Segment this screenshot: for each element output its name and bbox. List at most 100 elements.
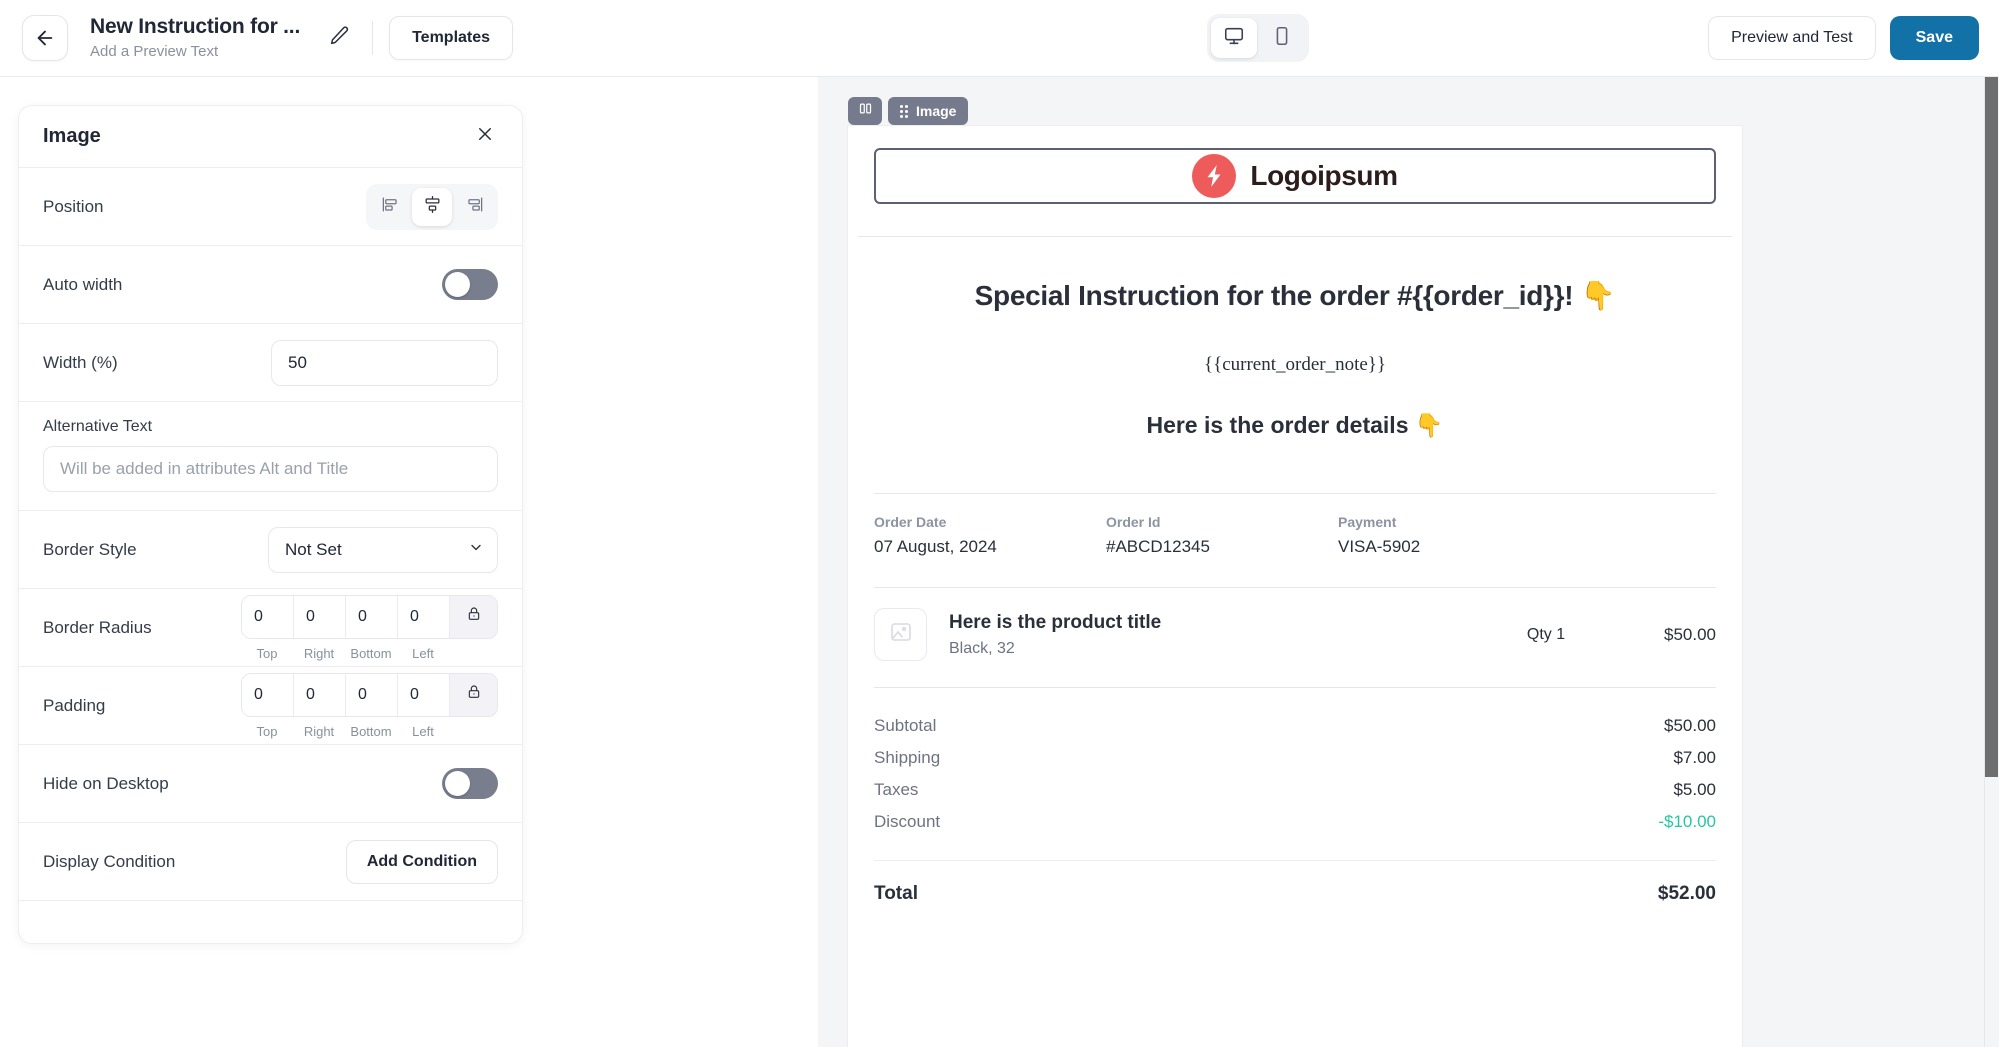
header-actions: Preview and Test Save bbox=[1708, 16, 1979, 60]
align-right-option[interactable] bbox=[454, 188, 494, 226]
totals-row: Taxes $5.00 bbox=[874, 774, 1716, 806]
taxes-label: Taxes bbox=[874, 780, 919, 799]
border-radius-left-input[interactable]: 0 bbox=[398, 595, 450, 638]
device-desktop-option[interactable] bbox=[1211, 18, 1257, 58]
order-date-value: 07 August, 2024 bbox=[874, 537, 997, 556]
page-title: New Instruction for ... Add a Preview Te… bbox=[90, 14, 300, 62]
order-date-label: Order Date bbox=[874, 514, 947, 530]
caption-top: Top bbox=[256, 645, 278, 661]
edit-title-button[interactable] bbox=[322, 21, 356, 55]
grand-total-row: Total $52.00 bbox=[848, 861, 1742, 905]
lock-icon bbox=[466, 684, 482, 705]
border-style-label: Border Style bbox=[43, 539, 137, 559]
email-sheet: Logoipsum Special Instruction for the or… bbox=[848, 126, 1742, 1047]
templates-button[interactable]: Templates bbox=[389, 16, 514, 60]
panel-title: Image bbox=[43, 125, 101, 147]
alt-text-label: Alternative Text bbox=[43, 418, 153, 435]
padding-lock-button[interactable] bbox=[450, 673, 497, 716]
border-radius-bottom-input[interactable]: 0 bbox=[346, 595, 398, 638]
toggle-knob bbox=[445, 272, 470, 297]
add-condition-button[interactable]: Add Condition bbox=[345, 839, 498, 884]
alt-text-input[interactable] bbox=[43, 446, 498, 492]
padding-right-input[interactable]: 0 bbox=[294, 673, 346, 716]
device-preview-toggle[interactable] bbox=[1207, 14, 1309, 62]
lock-icon bbox=[466, 606, 482, 627]
align-center-option[interactable] bbox=[412, 187, 452, 226]
logo-block[interactable]: Logoipsum bbox=[874, 148, 1716, 204]
border-style-row: Border Style Not Set bbox=[19, 511, 522, 589]
align-right-icon bbox=[465, 195, 484, 219]
auto-width-toggle[interactable] bbox=[442, 269, 498, 300]
caption-left: Left bbox=[412, 645, 434, 661]
grand-total-value: $52.00 bbox=[1657, 883, 1716, 904]
border-radius-captions: Top Right Bottom Left bbox=[241, 646, 449, 661]
padding-top-input[interactable]: 0 bbox=[242, 673, 294, 716]
display-condition-row: Display Condition Add Condition bbox=[19, 823, 522, 901]
totals-row: Subtotal $50.00 bbox=[874, 710, 1716, 742]
caption-top: Top bbox=[256, 723, 278, 739]
width-row: Width (%) bbox=[19, 324, 522, 402]
padding-group: 0 0 0 0 Top Right Bottom Left bbox=[241, 672, 498, 739]
product-text: Here is the product title Black, 32 bbox=[949, 612, 1486, 658]
product-thumbnail bbox=[874, 608, 927, 661]
header-divider bbox=[372, 21, 374, 55]
taxes-value: $5.00 bbox=[1673, 780, 1716, 799]
preview-and-test-button[interactable]: Preview and Test bbox=[1708, 16, 1876, 60]
border-radius-row: Border Radius 0 0 0 0 Top Right Bottom L… bbox=[19, 589, 522, 667]
caption-left: Left bbox=[412, 723, 434, 739]
back-button[interactable] bbox=[22, 15, 68, 61]
align-left-icon bbox=[381, 195, 400, 219]
payment-col: Payment VISA-5902 bbox=[1338, 514, 1716, 557]
auto-width-label: Auto width bbox=[43, 274, 123, 294]
position-label: Position bbox=[43, 196, 104, 216]
email-order-note[interactable]: {{current_order_note}} bbox=[848, 354, 1742, 376]
width-input[interactable] bbox=[271, 339, 498, 386]
totals-row: Shipping $7.00 bbox=[874, 742, 1716, 774]
border-radius-right-input[interactable]: 0 bbox=[294, 595, 346, 638]
shipping-value: $7.00 bbox=[1673, 748, 1716, 767]
order-id-label: Order Id bbox=[1106, 514, 1161, 530]
discount-value: -$10.00 bbox=[1658, 812, 1716, 831]
padding-bottom-input[interactable]: 0 bbox=[346, 673, 398, 716]
columns-layout-button[interactable] bbox=[848, 97, 882, 125]
panel-header: Image bbox=[19, 106, 522, 168]
subtotal-value: $50.00 bbox=[1664, 716, 1716, 735]
page-title-subtitle[interactable]: Add a Preview Text bbox=[90, 42, 300, 62]
order-totals: Subtotal $50.00 Shipping $7.00 Taxes $5.… bbox=[848, 688, 1742, 838]
padding-row: Padding 0 0 0 0 Top Right Bottom Left bbox=[19, 667, 522, 745]
toggle-knob bbox=[445, 771, 470, 796]
image-settings-panel: Image Position Auto width Width (%) 50 A… bbox=[18, 105, 523, 944]
close-panel-button[interactable] bbox=[472, 124, 498, 150]
align-left-option[interactable] bbox=[370, 188, 410, 226]
canvas-scrollbar-thumb[interactable] bbox=[1985, 77, 1998, 777]
border-radius-top-input[interactable]: 0 bbox=[242, 595, 294, 638]
divider-top bbox=[858, 236, 1732, 237]
order-meta-row: Order Date 07 August, 2024 Order Id #ABC… bbox=[848, 494, 1742, 557]
border-radius-lock-button[interactable] bbox=[450, 595, 497, 638]
desktop-icon bbox=[1223, 25, 1245, 52]
email-subheadline[interactable]: Here is the order details 👇 bbox=[848, 412, 1742, 439]
caption-bottom: Bottom bbox=[350, 723, 392, 739]
columns-icon bbox=[858, 101, 873, 121]
alt-text-row: Alternative Text bbox=[19, 402, 522, 511]
border-style-select[interactable]: Not Set bbox=[268, 526, 498, 573]
align-center-icon bbox=[423, 195, 442, 219]
block-name-badge[interactable]: Image bbox=[888, 97, 969, 125]
position-align-group[interactable] bbox=[366, 183, 498, 230]
padding-left-input[interactable]: 0 bbox=[398, 673, 450, 716]
email-headline[interactable]: Special Instruction for the order #{{ord… bbox=[868, 279, 1722, 312]
save-button[interactable]: Save bbox=[1889, 16, 1979, 60]
padding-label: Padding bbox=[43, 695, 106, 715]
grip-icon bbox=[900, 104, 908, 118]
padding-captions: Top Right Bottom Left bbox=[241, 724, 449, 739]
position-row: Position bbox=[19, 168, 522, 246]
product-title: Here is the product title bbox=[949, 611, 1162, 633]
hide-on-desktop-toggle[interactable] bbox=[442, 768, 498, 799]
block-name-label: Image bbox=[916, 103, 957, 119]
border-style-value[interactable]: Not Set bbox=[268, 526, 498, 573]
device-mobile-option[interactable] bbox=[1259, 18, 1305, 58]
product-line-item: Here is the product title Black, 32 Qty … bbox=[848, 588, 1742, 661]
canvas-scrollbar-track[interactable] bbox=[1984, 77, 1999, 1047]
hide-on-desktop-row: Hide on Desktop bbox=[19, 745, 522, 823]
hide-on-desktop-label: Hide on Desktop bbox=[43, 773, 169, 793]
